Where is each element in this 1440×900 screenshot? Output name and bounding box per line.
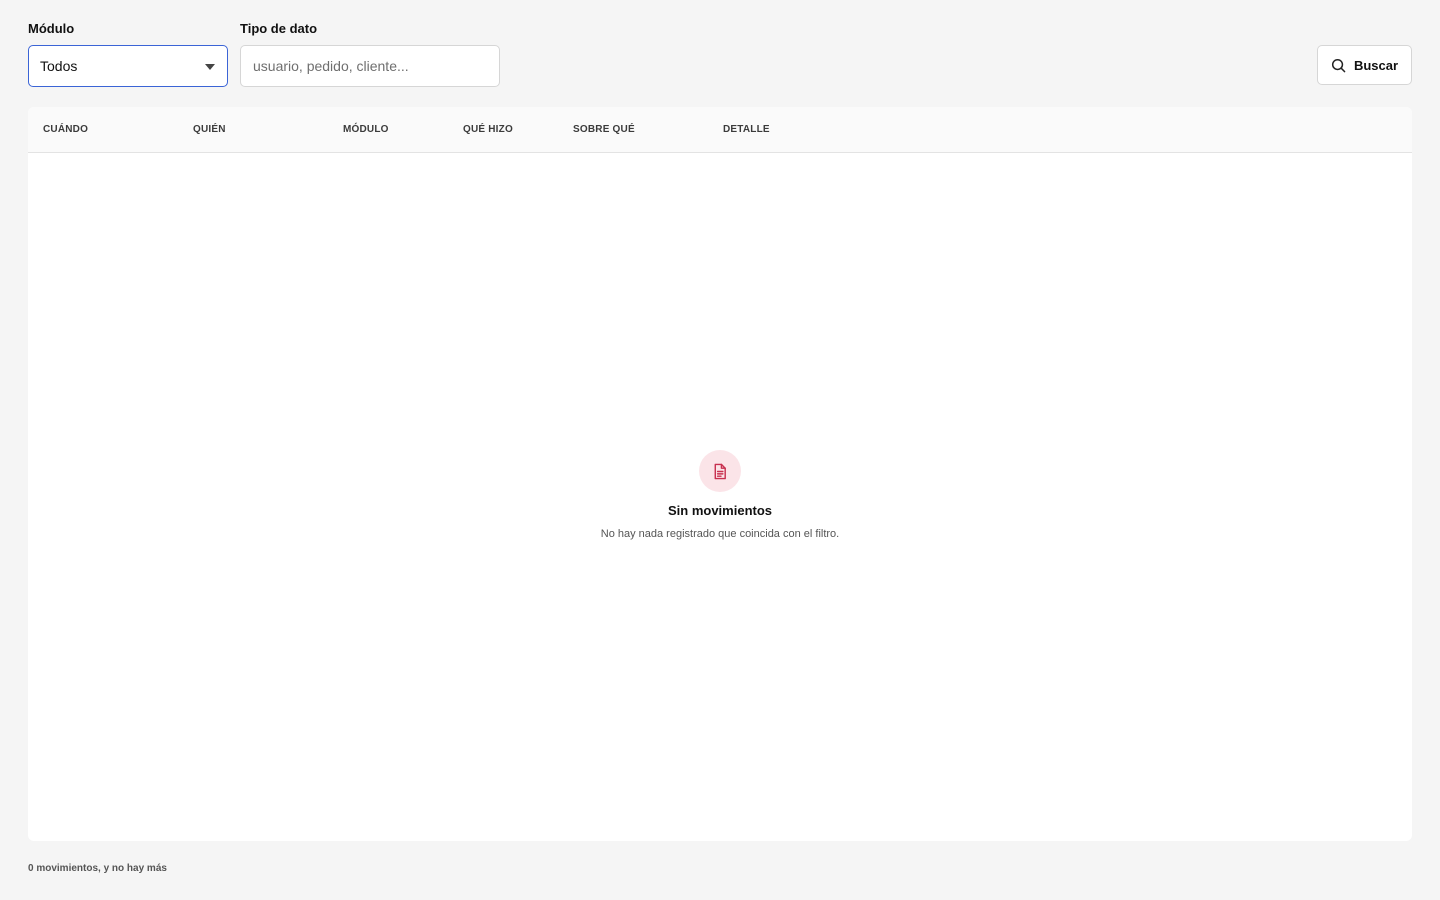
modulo-selected-value: Todos: [40, 58, 78, 74]
column-header-modulo[interactable]: MÓDULO: [343, 107, 389, 152]
empty-state-title: Sin movimientos: [667, 503, 773, 518]
column-header-que-hizo[interactable]: QUÉ HIZO: [463, 107, 513, 152]
tipo-dato-input[interactable]: [240, 45, 500, 87]
empty-state-subtitle: No hay nada registrado que coincida con …: [600, 528, 840, 540]
column-header-sobre-que[interactable]: SOBRE QUÉ: [573, 107, 635, 152]
modulo-filter: Módulo Todos: [28, 20, 228, 87]
column-header-cuando[interactable]: CUÁNDO: [43, 107, 88, 152]
results-count: 0 movimientos, y no hay más: [28, 863, 167, 874]
table-header-row: CUÁNDO QUIÉN MÓDULO QUÉ HIZO SOBRE QUÉ D…: [28, 107, 1412, 153]
filter-bar: Módulo Todos Tipo de dato Buscar: [28, 20, 1412, 88]
modulo-select[interactable]: Todos: [28, 45, 228, 87]
search-button[interactable]: Buscar: [1317, 45, 1412, 85]
column-header-detalle[interactable]: DETALLE: [723, 107, 770, 152]
modulo-label: Módulo: [28, 21, 75, 36]
audit-log-page: Módulo Todos Tipo de dato Buscar CUÁNDO …: [0, 0, 1440, 900]
search-button-label: Buscar: [1353, 57, 1399, 73]
empty-state: Sin movimientos No hay nada registrado q…: [28, 450, 1412, 541]
tipo-dato-filter: Tipo de dato: [240, 20, 500, 87]
chevron-down-icon: [205, 64, 215, 70]
tipo-dato-label: Tipo de dato: [240, 21, 318, 36]
document-icon: [699, 450, 741, 492]
search-icon: [1331, 58, 1346, 73]
movements-table: CUÁNDO QUIÉN MÓDULO QUÉ HIZO SOBRE QUÉ D…: [28, 107, 1412, 841]
column-header-quien[interactable]: QUIÉN: [193, 107, 226, 152]
